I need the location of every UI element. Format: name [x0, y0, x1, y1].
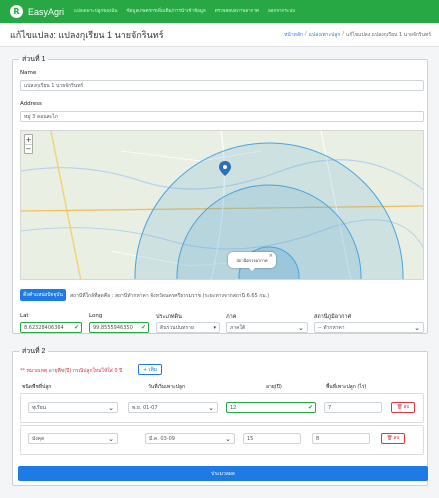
- name-input[interactable]: แปลงกุเรียน 1 นายจักรินทร์: [20, 80, 424, 91]
- age-value: 12: [230, 404, 237, 411]
- lat-input[interactable]: 8.62328406364 ✔: [20, 322, 82, 333]
- chevron-down-icon: ▾: [213, 324, 216, 331]
- delete-row-button[interactable]: 🗑 ลบ: [381, 433, 405, 444]
- section-2-legend: ส่วนที่ 2: [22, 348, 46, 355]
- crop-value: มังคุด: [32, 435, 45, 442]
- area-input[interactable]: 7: [324, 402, 382, 413]
- delete-label: ลบ: [403, 405, 410, 410]
- station-popup: สถานีตรวจอากาศ ×: [228, 252, 276, 271]
- breadcrumb-current: แก้ไขแปลง แปลงกุเรียน 1 นายจักรินทร์: [346, 31, 431, 38]
- crop-select[interactable]: มังคุด ⌄: [28, 433, 118, 444]
- long-value: 99.8555946350: [93, 324, 133, 331]
- crop-value: ทุเรียน: [32, 404, 47, 411]
- nav-link-farmer-info[interactable]: ข้อมูลเกษตรกรเพิ่มเติม/การนำเข้าข้อมูล: [127, 8, 206, 15]
- zoom-in-button[interactable]: +: [25, 135, 32, 144]
- delete-row-button[interactable]: 🗑 ลบ: [391, 402, 415, 413]
- map-zoom-control: + −: [24, 134, 33, 154]
- chevron-down-icon: ⌄: [225, 434, 231, 443]
- map-canvas: [21, 131, 423, 279]
- section-1-legend: ส่วนที่ 1: [22, 56, 46, 63]
- address-input[interactable]: หมู่ 3 ดอนสะไก: [20, 111, 424, 122]
- chevron-down-icon: ⌄: [208, 403, 214, 412]
- trash-icon: 🗑: [396, 405, 403, 410]
- plot-map[interactable]: + −: [20, 130, 424, 280]
- area-input[interactable]: 8: [312, 433, 370, 444]
- address-label: Address: [20, 101, 42, 107]
- start-date-value: พ.ย. 01-07: [132, 404, 158, 411]
- name-label: Name: [20, 70, 37, 76]
- chevron-down-icon: ⌄: [108, 403, 114, 412]
- process-submit-button[interactable]: ประมวลผล: [18, 466, 428, 481]
- delete-label: ลบ: [393, 436, 400, 441]
- station-note: สถานีที่ใกล้ที่สุดคือ : สถานีทำกหาคา จัง…: [70, 293, 270, 299]
- start-date-select[interactable]: พ.ย. 01-07 ⌄: [128, 402, 218, 413]
- popup-close-icon[interactable]: ×: [269, 253, 273, 259]
- chevron-down-icon: ⌄: [298, 323, 304, 332]
- column-age: อายุ(ปี): [266, 384, 282, 390]
- column-area: พื้นที่เพาะปลูก (ไร่): [326, 384, 367, 390]
- weather-station-value: -- ทำกหาคา: [318, 324, 345, 331]
- chevron-down-icon: ⌄: [414, 323, 420, 332]
- breadcrumb-separator: /: [342, 30, 345, 37]
- breadcrumb-plots[interactable]: แปลงเพาะปลูก: [309, 31, 341, 39]
- crop-age-warning: ** หมายเหตุ อายุพืช(ปี) กรณีปลูกใหม่ให้ใ…: [20, 368, 123, 374]
- add-crop-button[interactable]: + เพิ่ม: [138, 364, 162, 375]
- soil-value: ดินร่วนปนทราย: [160, 324, 194, 331]
- region-value: ภาคใต้: [230, 324, 246, 331]
- age-input[interactable]: 15: [243, 433, 301, 444]
- brand-name[interactable]: EasyAgri: [28, 7, 64, 17]
- locate-button[interactable]: ดึงตำแหน่งปัจจุบัน: [20, 289, 66, 301]
- check-icon: ✔: [140, 324, 146, 331]
- nav-links: แปลงเพาะปลูกของฉัน ข้อมูลเกษตรกรเพิ่มเติ…: [74, 8, 295, 15]
- long-input[interactable]: 99.8555946350 ✔: [89, 322, 149, 333]
- region-select[interactable]: ภาคใต้ ⌄: [226, 322, 308, 333]
- popup-text: สถานีตรวจอากาศ: [236, 257, 268, 263]
- nav-link-logout[interactable]: ออกจากระบบ: [268, 8, 295, 15]
- column-start-date: วันที่เริ่มเพาะปลูก: [148, 384, 185, 390]
- lat-value: 8.62328406364: [24, 324, 64, 331]
- page-title: แก้ไขแปลง: แปลงกุเรียน 1 นายจักรินทร์: [10, 29, 164, 40]
- weather-station-label: สถานีภูมิอากาศ: [314, 314, 352, 320]
- soil-select[interactable]: ดินร่วนปนทราย ▾: [156, 322, 220, 333]
- breadcrumb: หน้าหลัก / แปลงเพาะปลูก / แก้ไขแปลง แปลง…: [284, 31, 431, 39]
- chevron-down-icon: ⌄: [108, 434, 114, 443]
- weather-station-select[interactable]: -- ทำกหาคา ⌄: [314, 322, 424, 333]
- nav-link-weather[interactable]: ตรวจสอบสภาพอากาศ: [215, 8, 259, 15]
- zoom-out-button[interactable]: −: [25, 144, 32, 153]
- start-date-value: มี.ค. 03-09: [149, 435, 175, 442]
- check-icon: ✔: [73, 324, 79, 331]
- breadcrumb-home[interactable]: หน้าหลัก: [284, 31, 303, 39]
- trash-icon: 🗑: [386, 436, 393, 441]
- soil-label: ประเภทดิน: [156, 314, 182, 320]
- lat-label: Lat: [20, 313, 29, 319]
- column-crop: ชนิดพืชที่ปลูก: [22, 384, 52, 390]
- page-header: แก้ไขแปลง: แปลงกุเรียน 1 นายจักรินทร์ หน…: [0, 23, 439, 47]
- breadcrumb-separator: /: [305, 30, 307, 37]
- start-date-select[interactable]: มี.ค. 03-09 ⌄: [145, 433, 235, 444]
- check-icon: ✔: [307, 404, 313, 411]
- top-navbar: R EasyAgri แปลงเพาะปลูกของฉัน ข้อมูลเกษต…: [0, 0, 439, 23]
- crop-select[interactable]: ทุเรียน ⌄: [28, 402, 118, 413]
- long-label: Long: [89, 313, 103, 319]
- nav-link-my-plots[interactable]: แปลงเพาะปลูกของฉัน: [74, 8, 118, 15]
- region-label: ภาค: [226, 314, 237, 320]
- brand-logo[interactable]: R: [10, 5, 23, 18]
- age-input[interactable]: 12 ✔: [226, 402, 316, 413]
